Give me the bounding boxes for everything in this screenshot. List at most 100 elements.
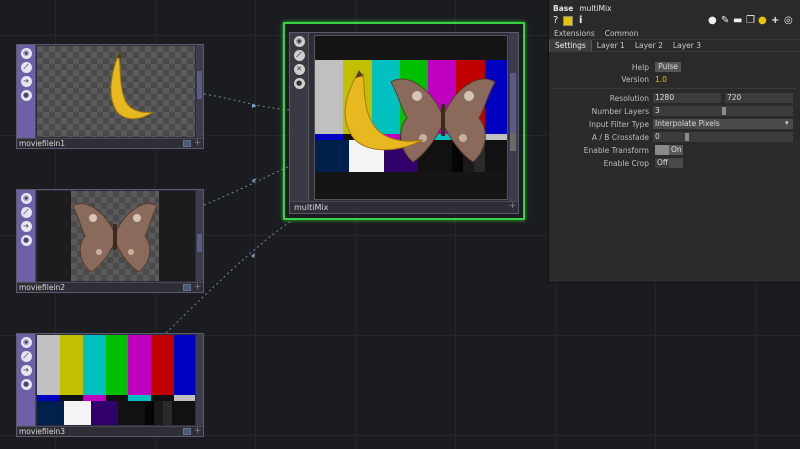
node-sidebar: ◉ ⟋ ➔ ● [17, 45, 36, 138]
tab-settings[interactable]: Settings [549, 40, 592, 51]
viewer-active-icon[interactable]: ◉ [293, 36, 305, 47]
color-bar [174, 335, 195, 395]
param-label: Number Layers [591, 107, 649, 116]
resolution-height-field[interactable]: 720 [725, 93, 793, 103]
lock-icon[interactable]: ● [20, 379, 32, 390]
tab-layer-3[interactable]: Layer 3 [668, 40, 706, 51]
node-multimix-selection[interactable]: ◉ ⟋ ✕ ● multiMix + [283, 22, 525, 220]
param-crossfade: A / B Crossfade 0 [549, 132, 800, 143]
lock-icon[interactable]: ● [20, 235, 32, 246]
color-bar [59, 335, 83, 395]
crossfade-slider-handle[interactable] [685, 133, 689, 141]
node-add-icon[interactable]: + [193, 283, 202, 292]
param-resolution: Resolution 1280 720 [549, 93, 800, 104]
node-label[interactable]: moviefilein3 [19, 427, 65, 436]
clone-icon[interactable]: ❐ [746, 15, 755, 27]
python-icon[interactable]: ● [758, 15, 767, 27]
resolution-width-field[interactable]: 1280 [653, 93, 721, 103]
node-moviefilein1[interactable]: ◉ ⟋ ➔ ● moviefilein1 + [16, 44, 204, 149]
tab-layer-2[interactable]: Layer 2 [630, 40, 668, 51]
node-multimix[interactable]: ◉ ⟋ ✕ ● multiMix + [289, 32, 519, 214]
param-label: Input Filter Type [589, 120, 649, 129]
node-add-icon[interactable]: + [508, 202, 517, 211]
toggle-track [655, 145, 669, 155]
node-rail [196, 45, 203, 138]
node-viewer-toggle[interactable] [183, 284, 191, 291]
bypass-icon[interactable]: ⟋ [20, 351, 32, 362]
tab-common[interactable]: Common [600, 28, 644, 39]
node-add-icon[interactable]: + [193, 139, 202, 148]
pulse-button[interactable]: Pulse [655, 62, 681, 72]
operator-name[interactable]: multiMix [579, 4, 611, 13]
help-icon[interactable]: ? [553, 15, 558, 27]
tab-layer-1[interactable]: Layer 1 [592, 40, 630, 51]
node-footer: moviefilein2 + [17, 282, 203, 292]
bypass-icon[interactable]: ⟋ [20, 207, 32, 218]
color-bar [82, 335, 106, 395]
node-viewer-toggle[interactable] [183, 428, 191, 435]
add-icon[interactable]: + [771, 15, 779, 27]
param-label: Enable Crop [603, 159, 649, 168]
enable-crop-toggle[interactable]: Off [655, 158, 669, 168]
param-label: Help [631, 63, 649, 72]
chevron-down-icon[interactable]: ▾ [785, 119, 789, 127]
param-enable-transform: Enable Transform On [549, 145, 800, 156]
lock-icon[interactable]: ● [20, 90, 32, 101]
node-viewer [37, 191, 195, 281]
lock-icon[interactable]: ● [293, 78, 305, 89]
page-tabs: Extensions Common [549, 28, 800, 40]
node-rail [196, 334, 203, 426]
param-label: Version [621, 75, 649, 84]
viewer-active-icon[interactable]: ◉ [20, 337, 32, 348]
tab-extensions[interactable]: Extensions [549, 28, 600, 39]
operator-type: Base [553, 4, 574, 13]
node-footer: multiMix + [290, 201, 518, 213]
node-label[interactable]: moviefilein2 [19, 283, 65, 292]
color-bar [128, 335, 152, 395]
mix-overlay-image [344, 70, 496, 163]
crossfade-field[interactable]: 0 [653, 132, 793, 142]
node-viewer [37, 335, 195, 425]
close-icon[interactable]: ✕ [293, 64, 305, 75]
panel-toolbar: ? i ● ✎ ▬ ❐ ● + ◎ [549, 14, 800, 28]
node-sidebar: ◉ ⟋ ➔ ● [17, 190, 36, 282]
python-help-icon[interactable] [563, 16, 573, 26]
enable-transform-toggle[interactable]: On [669, 145, 683, 155]
node-viewer-toggle[interactable] [183, 140, 191, 147]
storage-icon[interactable]: ● [708, 15, 717, 27]
wire-moviefilein2 [203, 164, 293, 206]
node-sidebar: ◉ ⟋ ➔ ● [17, 334, 36, 426]
node-footer: moviefilein1 + [17, 138, 203, 148]
param-version: Version 1.0 [549, 74, 800, 85]
viewer-active-icon[interactable]: ◉ [20, 48, 32, 59]
input-filter-dropdown[interactable]: Interpolate Pixels [653, 119, 793, 129]
node-viewer [37, 46, 195, 137]
node-rail [509, 33, 518, 201]
node-moviefilein3[interactable]: ◉ ⟋ ➔ ● moviefilein3 + [16, 333, 204, 437]
node-label[interactable]: multiMix [294, 203, 328, 212]
info-icon[interactable]: i [579, 15, 582, 27]
node-label[interactable]: moviefilein1 [19, 139, 65, 148]
node-footer: moviefilein3 + [17, 426, 203, 436]
param-label: Resolution [609, 94, 649, 103]
arrow-right-icon[interactable]: ➔ [20, 365, 32, 376]
node-sidebar: ◉ ⟋ ✕ ● [290, 33, 309, 201]
arrow-right-icon[interactable]: ➔ [20, 76, 32, 87]
sub-tabs: Settings Layer 1 Layer 2 Layer 3 [549, 40, 800, 52]
viewer-active-icon[interactable]: ◉ [20, 193, 32, 204]
parameter-panel: Base multiMix ? i ● ✎ ▬ ❐ ● + ◎ Extension… [548, 0, 800, 283]
param-label: A / B Crossfade [591, 133, 649, 142]
number-layers-slider-handle[interactable] [722, 107, 726, 115]
banana-image [110, 52, 154, 120]
target-icon[interactable]: ◎ [784, 15, 793, 27]
arrow-right-icon[interactable]: ➔ [20, 221, 32, 232]
color-bar [37, 335, 60, 395]
node-add-icon[interactable]: + [193, 427, 202, 436]
node-rail [196, 190, 203, 282]
comment-icon[interactable]: ▬ [733, 15, 742, 27]
edit-icon[interactable]: ✎ [721, 15, 729, 27]
bypass-icon[interactable]: ⟋ [293, 50, 305, 61]
bypass-icon[interactable]: ⟋ [20, 62, 32, 73]
node-moviefilein2[interactable]: ◉ ⟋ ➔ ● moviefilein2 + [16, 189, 204, 293]
divider [553, 88, 796, 89]
